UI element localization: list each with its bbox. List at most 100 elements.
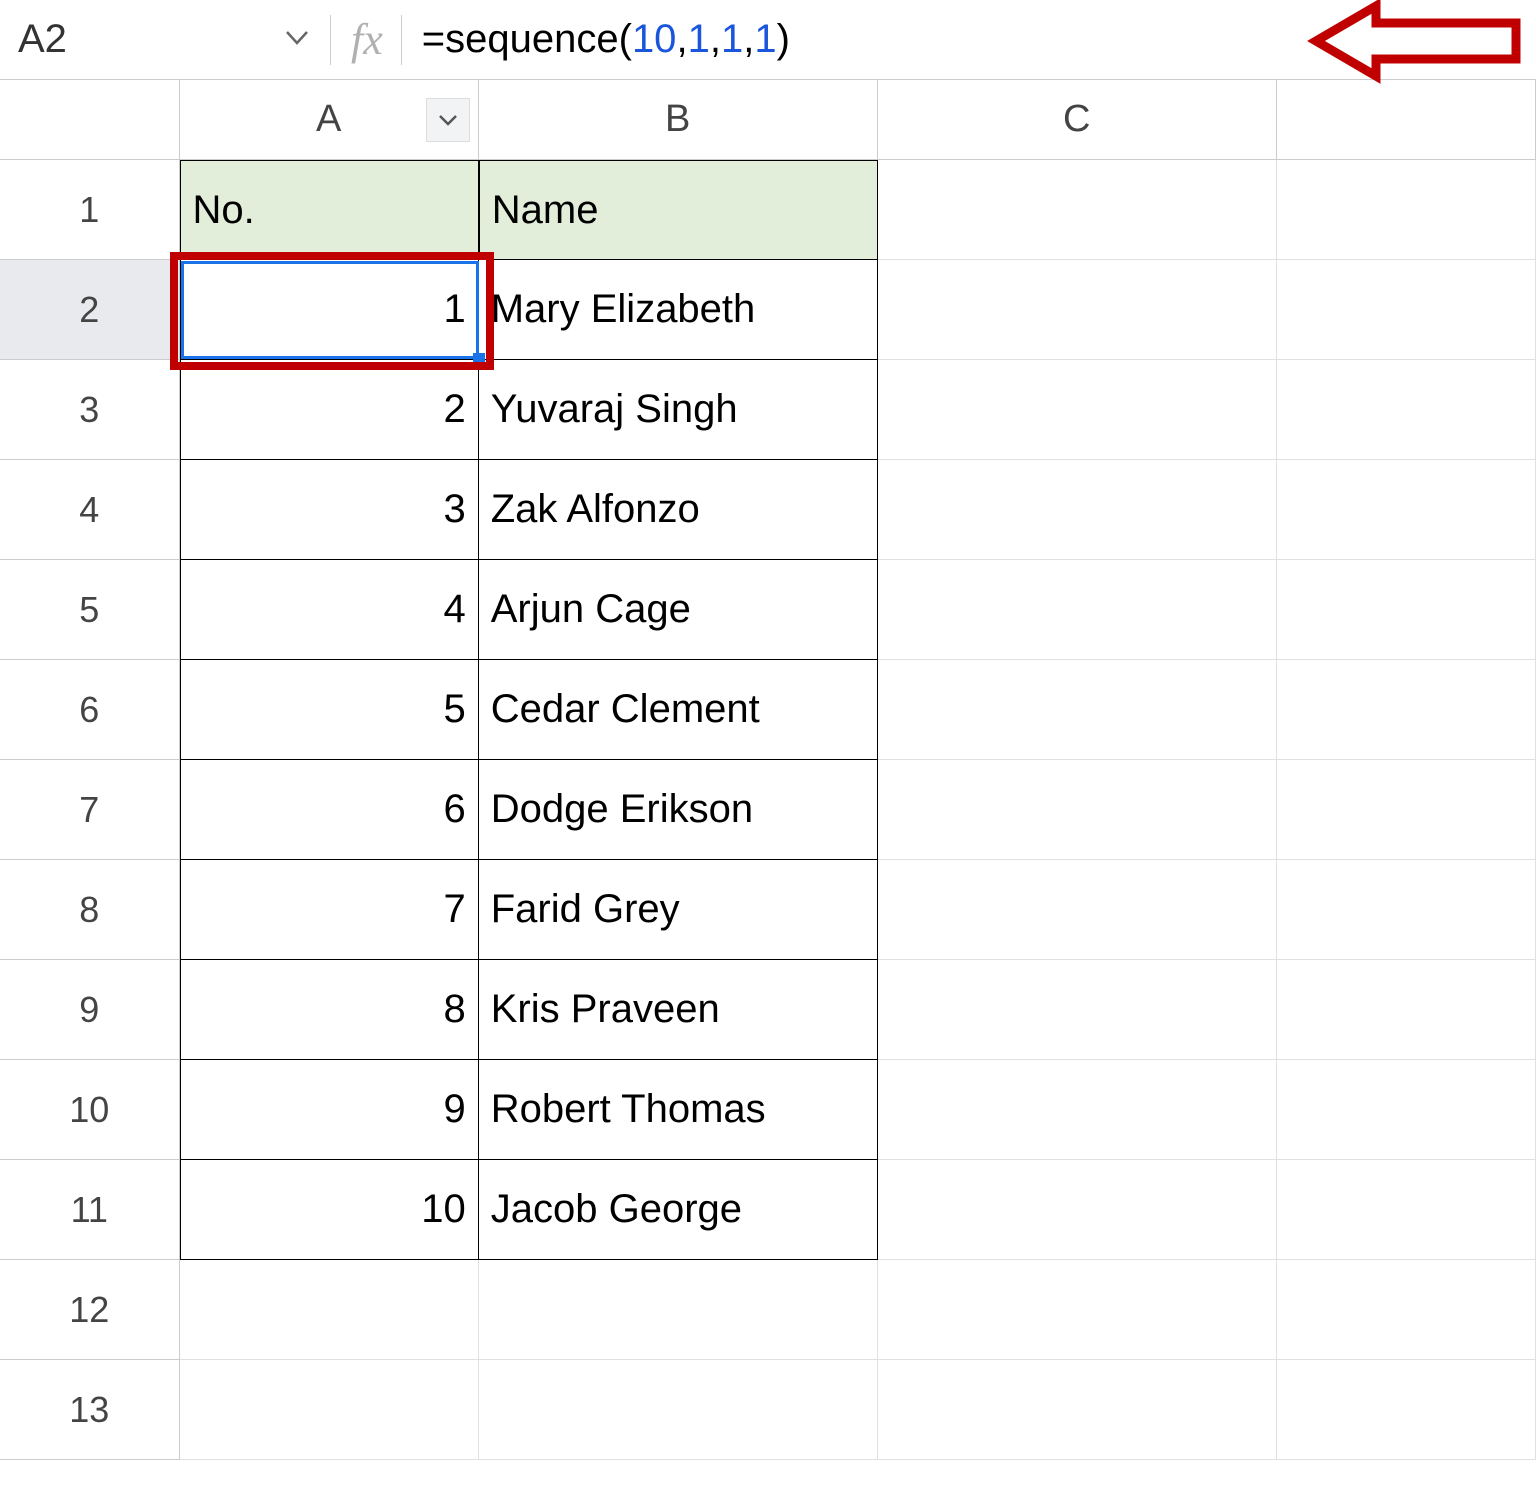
- cell-d9[interactable]: [1277, 960, 1536, 1060]
- row-header[interactable]: 8: [0, 860, 180, 960]
- column-header-c[interactable]: C: [878, 80, 1277, 160]
- row-header[interactable]: 2: [0, 260, 180, 360]
- name-box[interactable]: A2: [0, 17, 320, 62]
- cell-b6[interactable]: Cedar Clement: [479, 660, 878, 760]
- cell-a10[interactable]: 9: [180, 1060, 479, 1160]
- cell-c7[interactable]: [878, 760, 1277, 860]
- cell-b13[interactable]: [479, 1360, 878, 1460]
- cell-d10[interactable]: [1277, 1060, 1536, 1160]
- row-header[interactable]: 1: [0, 160, 180, 260]
- cell-b8[interactable]: Farid Grey: [479, 860, 878, 960]
- column-header-a[interactable]: A: [180, 80, 479, 160]
- cell-content: No.: [193, 188, 255, 233]
- cell-c1[interactable]: [878, 160, 1277, 260]
- row-header[interactable]: 5: [0, 560, 180, 660]
- fill-handle[interactable]: [473, 353, 485, 365]
- cell-b5[interactable]: Arjun Cage: [479, 560, 878, 660]
- cell-d5[interactable]: [1277, 560, 1536, 660]
- select-all-corner[interactable]: [0, 80, 180, 160]
- cell-content: 7: [443, 887, 465, 932]
- cell-a6[interactable]: 5: [180, 660, 479, 760]
- row-header[interactable]: 12: [0, 1260, 180, 1360]
- cell-c6[interactable]: [878, 660, 1277, 760]
- formula-arg: 10: [632, 17, 677, 62]
- column-header-d[interactable]: [1277, 80, 1536, 160]
- row-header[interactable]: 7: [0, 760, 180, 860]
- cell-b11[interactable]: Jacob George: [479, 1160, 878, 1260]
- cell-a2[interactable]: 1: [180, 260, 479, 360]
- name-box-value: A2: [18, 17, 67, 62]
- cell-c8[interactable]: [878, 860, 1277, 960]
- cell-d1[interactable]: [1277, 160, 1536, 260]
- cell-d7[interactable]: [1277, 760, 1536, 860]
- formula-equals: =: [422, 17, 445, 62]
- cell-b10[interactable]: Robert Thomas: [479, 1060, 878, 1160]
- cell-c10[interactable]: [878, 1060, 1277, 1160]
- cell-b7[interactable]: Dodge Erikson: [479, 760, 878, 860]
- row-header[interactable]: 4: [0, 460, 180, 560]
- cell-content: 3: [443, 487, 465, 532]
- cell-a9[interactable]: 8: [180, 960, 479, 1060]
- cell-d11[interactable]: [1277, 1160, 1536, 1260]
- cell-b12[interactable]: [479, 1260, 878, 1360]
- formula-arg: 1: [688, 17, 710, 62]
- column-header-label: B: [665, 98, 690, 141]
- name-box-dropdown-icon[interactable]: [286, 28, 308, 51]
- cell-d12[interactable]: [1277, 1260, 1536, 1360]
- row-header[interactable]: 6: [0, 660, 180, 760]
- fx-icon[interactable]: fx: [341, 14, 401, 65]
- cell-b2[interactable]: Mary Elizabeth: [479, 260, 878, 360]
- cell-b9[interactable]: Kris Praveen: [479, 960, 878, 1060]
- grid-row: 1 No. Name: [0, 160, 1536, 260]
- column-header-b[interactable]: B: [479, 80, 878, 160]
- cell-content: Arjun Cage: [491, 587, 691, 632]
- cell-c9[interactable]: [878, 960, 1277, 1060]
- column-headers: A B C: [0, 80, 1536, 160]
- grid-row: 5 4 Arjun Cage: [0, 560, 1536, 660]
- cell-a3[interactable]: 2: [180, 360, 479, 460]
- cell-d13[interactable]: [1277, 1360, 1536, 1460]
- cell-b4[interactable]: Zak Alfonzo: [479, 460, 878, 560]
- row-header[interactable]: 11: [0, 1160, 180, 1260]
- row-header[interactable]: 9: [0, 960, 180, 1060]
- cell-c5[interactable]: [878, 560, 1277, 660]
- cell-content: Robert Thomas: [491, 1087, 766, 1132]
- grid-row: 7 6 Dodge Erikson: [0, 760, 1536, 860]
- cell-content: 8: [443, 987, 465, 1032]
- row-number: 4: [79, 489, 99, 531]
- formula-bar: A2 fx =sequence(10,1,1,1): [0, 0, 1536, 80]
- row-header[interactable]: 3: [0, 360, 180, 460]
- cell-c13[interactable]: [878, 1360, 1277, 1460]
- grid-row: 4 3 Zak Alfonzo: [0, 460, 1536, 560]
- cell-d2[interactable]: [1277, 260, 1536, 360]
- cell-c3[interactable]: [878, 360, 1277, 460]
- column-dropdown-icon[interactable]: [426, 98, 470, 142]
- cell-a8[interactable]: 7: [180, 860, 479, 960]
- row-number: 13: [69, 1389, 109, 1431]
- cell-c4[interactable]: [878, 460, 1277, 560]
- cell-content: 6: [443, 787, 465, 832]
- cell-a7[interactable]: 6: [180, 760, 479, 860]
- cell-c12[interactable]: [878, 1260, 1277, 1360]
- formula-function: sequence: [445, 17, 618, 62]
- cell-c11[interactable]: [878, 1160, 1277, 1260]
- grid-row: 10 9 Robert Thomas: [0, 1060, 1536, 1160]
- cell-a13[interactable]: [180, 1360, 479, 1460]
- cell-d3[interactable]: [1277, 360, 1536, 460]
- cell-d8[interactable]: [1277, 860, 1536, 960]
- row-header[interactable]: 13: [0, 1360, 180, 1460]
- cell-a1[interactable]: No.: [180, 160, 479, 260]
- cell-a5[interactable]: 4: [180, 560, 479, 660]
- cell-content: Mary Elizabeth: [491, 287, 756, 332]
- cell-d4[interactable]: [1277, 460, 1536, 560]
- cell-c2[interactable]: [878, 260, 1277, 360]
- cell-d6[interactable]: [1277, 660, 1536, 760]
- row-number: 2: [79, 289, 99, 331]
- cell-a11[interactable]: 10: [180, 1160, 479, 1260]
- cell-a12[interactable]: [180, 1260, 479, 1360]
- row-header[interactable]: 10: [0, 1060, 180, 1160]
- cell-b3[interactable]: Yuvaraj Singh: [479, 360, 878, 460]
- cell-b1[interactable]: Name: [479, 160, 878, 260]
- cell-a4[interactable]: 3: [180, 460, 479, 560]
- row-number: 9: [79, 989, 99, 1031]
